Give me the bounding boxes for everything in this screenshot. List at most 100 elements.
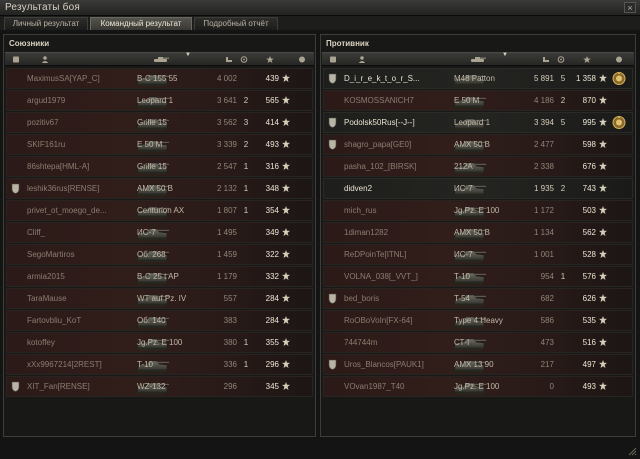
player-name[interactable]: VOvan1987_T40	[344, 382, 452, 392]
player-name[interactable]: Uros_Blancos[PAUK1]	[344, 360, 452, 370]
table-row[interactable]: armia2015 B-C 25 t AP 1 179 332	[6, 266, 313, 287]
squad-icon[interactable]	[12, 56, 20, 63]
player-name[interactable]: argud1979	[27, 96, 135, 106]
player-name[interactable]: Fartovbliu_KoT	[27, 316, 135, 326]
allies-title: Союзники	[9, 39, 50, 48]
player-name[interactable]: privet_ot_moego_de...	[27, 206, 135, 216]
player-name[interactable]: VOLNA_038[_VVT_]	[344, 272, 452, 282]
player-name[interactable]: MaximusSA[YAP_C]	[27, 74, 135, 84]
damage-value: 682	[540, 294, 554, 303]
table-row[interactable]: Podolsk50Rus[--J--] Leopard 13 394 5 995	[323, 112, 633, 133]
player-icon[interactable]	[41, 56, 49, 63]
squad-icon[interactable]	[329, 56, 337, 63]
table-row[interactable]: Fartovbliu_KoT Об. 140 383 284	[6, 310, 313, 331]
player-name[interactable]: bed_boris	[344, 294, 452, 304]
close-icon[interactable]: ×	[624, 2, 636, 13]
damage-icon[interactable]	[542, 56, 550, 63]
player-name[interactable]: pasha_102_[BIRSK]	[344, 162, 452, 172]
table-row[interactable]: KOSMOSSANICH7 E 50 M4 186 2 870	[323, 90, 633, 111]
table-row[interactable]: mich_rus Jg.Pz. E 100 1 172 503	[323, 200, 633, 221]
xp-star-icon	[282, 118, 290, 126]
damage-value: 1 134	[533, 228, 554, 237]
xp-icon[interactable]	[583, 56, 591, 63]
player-name[interactable]: didven2	[344, 184, 452, 194]
kills-icon[interactable]	[240, 56, 248, 63]
xp-star-icon	[282, 316, 290, 324]
xp-star-icon	[599, 360, 607, 368]
tank-icon[interactable]	[153, 56, 169, 63]
table-row[interactable]: Cliff_ ИС-7 1 495 349	[6, 222, 313, 243]
table-row[interactable]: SegoMartiros Об. 268 1 459 322	[6, 244, 313, 265]
table-row[interactable]: shagro_papa[GE0] AMX 50 B 2 477 598	[323, 134, 633, 155]
player-name[interactable]: D_i_r_e_k_t_o_r_S...	[344, 74, 452, 84]
table-row[interactable]: Uros_Blancos[PAUK1] AMX 13 90 217 497	[323, 354, 633, 375]
achievement-medal-icon[interactable]	[612, 115, 626, 130]
player-name[interactable]: xXx9967214[2REST]	[27, 360, 135, 370]
damage-value: 1 935	[533, 184, 554, 193]
table-row[interactable]: leshik36rus[RENSE] AMX 50 B2 132 1 348	[6, 178, 313, 199]
table-row[interactable]: RoOBoVoIn[FX-64] Type 4 Heavy 586 535	[323, 310, 633, 331]
player-name[interactable]: mich_rus	[344, 206, 452, 216]
player-name[interactable]: KOSMOSSANICH7	[344, 96, 452, 106]
player-name[interactable]: TaraMause	[27, 294, 135, 304]
table-row[interactable]: ReDPoinTe[ITNL] ИС-7 1 001 528	[323, 244, 633, 265]
player-name[interactable]: 86shtepa[HML-A]	[27, 162, 135, 172]
player-name[interactable]: pozitiv67	[27, 118, 135, 128]
resize-grip-icon[interactable]	[628, 447, 637, 456]
player-name[interactable]: SKIF161ru	[27, 140, 135, 150]
player-name[interactable]: armia2015	[27, 272, 135, 282]
damage-value: 383	[223, 316, 237, 325]
player-name[interactable]: RoOBoVoIn[FX-64]	[344, 316, 452, 326]
medal-icon[interactable]	[298, 56, 306, 63]
table-row[interactable]: pozitiv67 Grille 15 3 562 3 414	[6, 112, 313, 133]
table-row[interactable]: SKIF161ru E 50 M3 339 2 493	[6, 134, 313, 155]
table-row[interactable]: xXx9967214[2REST] T-10 336 1 296	[6, 354, 313, 375]
player-name[interactable]: leshik36rus[RENSE]	[27, 184, 135, 194]
table-row[interactable]: 744744m СТ-I 473 516	[323, 332, 633, 353]
player-name[interactable]: SegoMartiros	[27, 250, 135, 260]
tank-icon[interactable]	[470, 56, 486, 63]
table-row[interactable]: kotoffey Jg.Pz. E 100 380 1 355	[6, 332, 313, 353]
sort-indicator: ▼	[502, 52, 508, 58]
damage-value: 1 172	[533, 206, 554, 215]
table-row[interactable]: XIT_Fan[RENSE] WZ-132 296 345	[6, 376, 313, 397]
kills-icon[interactable]	[557, 56, 565, 63]
tab-team-result[interactable]: Командный результат	[90, 17, 192, 30]
player-name[interactable]: shagro_papa[GE0]	[344, 140, 452, 150]
table-row[interactable]: pasha_102_[BIRSK] 212A 2 338 676	[323, 156, 633, 177]
table-row[interactable]: argud1979 Leopard 13 641 2 565	[6, 90, 313, 111]
table-row[interactable]: 1diman1282 AMX 50 B 1 134 562	[323, 222, 633, 243]
xp-star-icon	[282, 162, 290, 170]
allies-column-header: ▼	[5, 52, 314, 66]
player-icon[interactable]	[358, 56, 366, 63]
tank-name: AMX 50 B	[454, 140, 491, 149]
table-row[interactable]: didven2 ИС-7 1 935 2 743	[323, 178, 633, 199]
table-row[interactable]: TaraMause WT auf Pz. IV 557 284	[6, 288, 313, 309]
player-name[interactable]: Podolsk50Rus[--J--]	[344, 118, 452, 128]
damage-value: 336	[223, 360, 237, 369]
squad-badge-icon	[11, 183, 20, 194]
damage-value: 1 459	[216, 250, 237, 259]
tab-personal-result[interactable]: Личный результат	[4, 17, 88, 30]
table-row[interactable]: D_i_r_e_k_t_o_r_S... M48 Patton 5 891 5 1 35…	[323, 68, 633, 89]
achievement-medal-icon[interactable]	[612, 71, 626, 86]
damage-icon[interactable]	[225, 56, 233, 63]
player-name[interactable]: Cliff_	[27, 228, 135, 238]
table-row[interactable]: VOLNA_038[_VVT_] T-10 954 1 576	[323, 266, 633, 287]
tab-detailed-report[interactable]: Подробный отчёт	[194, 17, 278, 30]
tank-name: AMX 50 B	[454, 228, 491, 237]
xp-star-icon	[282, 338, 290, 346]
table-row[interactable]: bed_boris T-54 682 626	[323, 288, 633, 309]
medal-icon[interactable]	[615, 56, 623, 63]
tank-name: Grille 15	[137, 118, 167, 127]
player-name[interactable]: XIT_Fan[RENSE]	[27, 382, 135, 392]
table-row[interactable]: 86shtepa[HML-A] Grille 15 2 547 1 316	[6, 156, 313, 177]
player-name[interactable]: kotoffey	[27, 338, 135, 348]
player-name[interactable]: 1diman1282	[344, 228, 452, 238]
table-row[interactable]: MaximusSA[YAP_C] B-C 155 55 4 002 439	[6, 68, 313, 89]
xp-icon[interactable]	[266, 56, 274, 63]
table-row[interactable]: privet_ot_moego_de... Centurion AX 1 807 1 3…	[6, 200, 313, 221]
player-name[interactable]: 744744m	[344, 338, 452, 348]
table-row[interactable]: VOvan1987_T40 Jg.Pz. E 100 0 493	[323, 376, 633, 397]
player-name[interactable]: ReDPoinTe[ITNL]	[344, 250, 452, 260]
